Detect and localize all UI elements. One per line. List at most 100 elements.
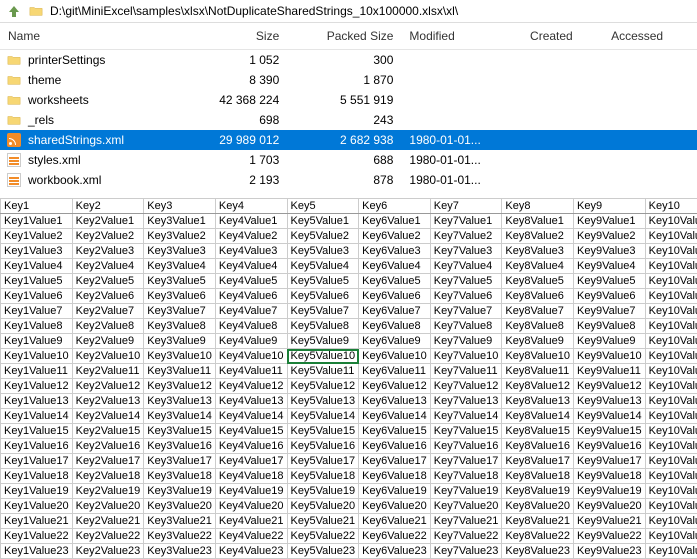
sheet-cell[interactable]: Key5Value11 (287, 364, 359, 379)
sheet-cell[interactable]: Key10Value18 (645, 469, 697, 484)
sheet-col-header[interactable]: Key3 (144, 199, 216, 214)
sheet-cell[interactable]: Key6Value23 (359, 544, 431, 559)
sheet-cell[interactable]: Key4Value13 (215, 394, 287, 409)
sheet-cell[interactable]: Key8Value16 (502, 439, 574, 454)
sheet-cell[interactable]: Key10Value12 (645, 379, 697, 394)
sheet-cell[interactable]: Key2Value7 (72, 304, 144, 319)
sheet-cell[interactable]: Key5Value14 (287, 409, 359, 424)
sheet-cell[interactable]: Key5Value16 (287, 439, 359, 454)
sheet-cell[interactable]: Key2Value12 (72, 379, 144, 394)
sheet-cell[interactable]: Key3Value16 (144, 439, 216, 454)
sheet-cell[interactable]: Key1Value18 (1, 469, 73, 484)
sheet-cell[interactable]: Key3Value23 (144, 544, 216, 559)
sheet-cell[interactable]: Key8Value18 (502, 469, 574, 484)
sheet-cell[interactable]: Key9Value8 (574, 319, 646, 334)
sheet-cell[interactable]: Key3Value5 (144, 274, 216, 289)
sheet-cell[interactable]: Key2Value4 (72, 259, 144, 274)
sheet-cell[interactable]: Key1Value19 (1, 484, 73, 499)
sheet-cell[interactable]: Key8Value13 (502, 394, 574, 409)
col-packed[interactable]: Packed Size (287, 23, 401, 50)
sheet-cell[interactable]: Key4Value9 (215, 334, 287, 349)
sheet-cell[interactable]: Key1Value21 (1, 514, 73, 529)
sheet-cell[interactable]: Key3Value18 (144, 469, 216, 484)
sheet-cell[interactable]: Key2Value16 (72, 439, 144, 454)
sheet-cell[interactable]: Key7Value9 (430, 334, 502, 349)
sheet-cell[interactable]: Key4Value21 (215, 514, 287, 529)
sheet-cell[interactable]: Key9Value1 (574, 214, 646, 229)
sheet-cell[interactable]: Key6Value20 (359, 499, 431, 514)
sheet-cell[interactable]: Key8Value8 (502, 319, 574, 334)
sheet-cell[interactable]: Key6Value4 (359, 259, 431, 274)
sheet-cell[interactable]: Key10Value21 (645, 514, 697, 529)
sheet-cell[interactable]: Key9Value20 (574, 499, 646, 514)
sheet-cell[interactable]: Key1Value13 (1, 394, 73, 409)
sheet-cell[interactable]: Key8Value21 (502, 514, 574, 529)
sheet-cell[interactable]: Key4Value3 (215, 244, 287, 259)
sheet-cell[interactable]: Key3Value4 (144, 259, 216, 274)
sheet-col-header[interactable]: Key7 (430, 199, 502, 214)
sheet-cell[interactable]: Key10Value8 (645, 319, 697, 334)
sheet-cell[interactable]: Key8Value23 (502, 544, 574, 559)
sheet-cell[interactable]: Key1Value17 (1, 454, 73, 469)
sheet-cell[interactable]: Key2Value10 (72, 349, 144, 364)
sheet-col-header[interactable]: Key6 (359, 199, 431, 214)
sheet-cell[interactable]: Key2Value23 (72, 544, 144, 559)
sheet-cell[interactable]: Key10Value10 (645, 349, 697, 364)
sheet-cell[interactable]: Key7Value1 (430, 214, 502, 229)
sheet-cell[interactable]: Key3Value20 (144, 499, 216, 514)
sheet-cell[interactable]: Key9Value16 (574, 439, 646, 454)
sheet-cell[interactable]: Key10Value2 (645, 229, 697, 244)
up-icon[interactable] (6, 3, 22, 19)
col-modified[interactable]: Modified (401, 23, 522, 50)
sheet-cell[interactable]: Key10Value1 (645, 214, 697, 229)
sheet-cell[interactable]: Key10Value20 (645, 499, 697, 514)
sheet-col-header[interactable]: Key4 (215, 199, 287, 214)
sheet-cell[interactable]: Key7Value16 (430, 439, 502, 454)
sheet-col-header[interactable]: Key2 (72, 199, 144, 214)
sheet-cell[interactable]: Key6Value2 (359, 229, 431, 244)
sheet-cell[interactable]: Key10Value14 (645, 409, 697, 424)
sheet-cell[interactable]: Key1Value20 (1, 499, 73, 514)
sheet-cell[interactable]: Key4Value11 (215, 364, 287, 379)
sheet-cell[interactable]: Key10Value6 (645, 289, 697, 304)
sheet-cell[interactable]: Key1Value14 (1, 409, 73, 424)
sheet-cell[interactable]: Key9Value10 (574, 349, 646, 364)
sheet-cell[interactable]: Key9Value23 (574, 544, 646, 559)
sheet-cell[interactable]: Key10Value3 (645, 244, 697, 259)
file-row[interactable]: printerSettings1 052300 (0, 50, 697, 71)
sheet-cell[interactable]: Key8Value6 (502, 289, 574, 304)
sheet-cell[interactable]: Key6Value18 (359, 469, 431, 484)
sheet-cell[interactable]: Key6Value15 (359, 424, 431, 439)
sheet-cell[interactable]: Key6Value7 (359, 304, 431, 319)
sheet-cell[interactable]: Key2Value2 (72, 229, 144, 244)
sheet-cell[interactable]: Key7Value5 (430, 274, 502, 289)
sheet-cell[interactable]: Key8Value1 (502, 214, 574, 229)
sheet-cell[interactable]: Key7Value22 (430, 529, 502, 544)
file-row[interactable]: theme8 3901 870 (0, 70, 697, 90)
sheet-cell[interactable]: Key4Value4 (215, 259, 287, 274)
sheet-cell[interactable]: Key5Value5 (287, 274, 359, 289)
sheet-cell[interactable]: Key7Value18 (430, 469, 502, 484)
sheet-cell[interactable]: Key6Value22 (359, 529, 431, 544)
sheet-cell[interactable]: Key9Value18 (574, 469, 646, 484)
sheet-cell[interactable]: Key4Value7 (215, 304, 287, 319)
sheet-cell[interactable]: Key3Value21 (144, 514, 216, 529)
sheet-cell[interactable]: Key5Value23 (287, 544, 359, 559)
sheet-cell[interactable]: Key9Value13 (574, 394, 646, 409)
sheet-cell[interactable]: Key8Value4 (502, 259, 574, 274)
sheet-cell[interactable]: Key5Value8 (287, 319, 359, 334)
sheet-cell[interactable]: Key2Value3 (72, 244, 144, 259)
sheet-cell[interactable]: Key2Value11 (72, 364, 144, 379)
sheet-cell[interactable]: Key1Value4 (1, 259, 73, 274)
sheet-cell[interactable]: Key6Value1 (359, 214, 431, 229)
sheet-cell[interactable]: Key3Value2 (144, 229, 216, 244)
sheet-cell[interactable]: Key2Value17 (72, 454, 144, 469)
sheet-cell[interactable]: Key7Value6 (430, 289, 502, 304)
sheet-cell[interactable]: Key3Value7 (144, 304, 216, 319)
sheet-cell[interactable]: Key10Value22 (645, 529, 697, 544)
sheet-cell[interactable]: Key4Value1 (215, 214, 287, 229)
sheet-cell[interactable]: Key9Value14 (574, 409, 646, 424)
sheet-cell[interactable]: Key8Value12 (502, 379, 574, 394)
sheet-cell[interactable]: Key5Value13 (287, 394, 359, 409)
sheet-cell[interactable]: Key8Value10 (502, 349, 574, 364)
